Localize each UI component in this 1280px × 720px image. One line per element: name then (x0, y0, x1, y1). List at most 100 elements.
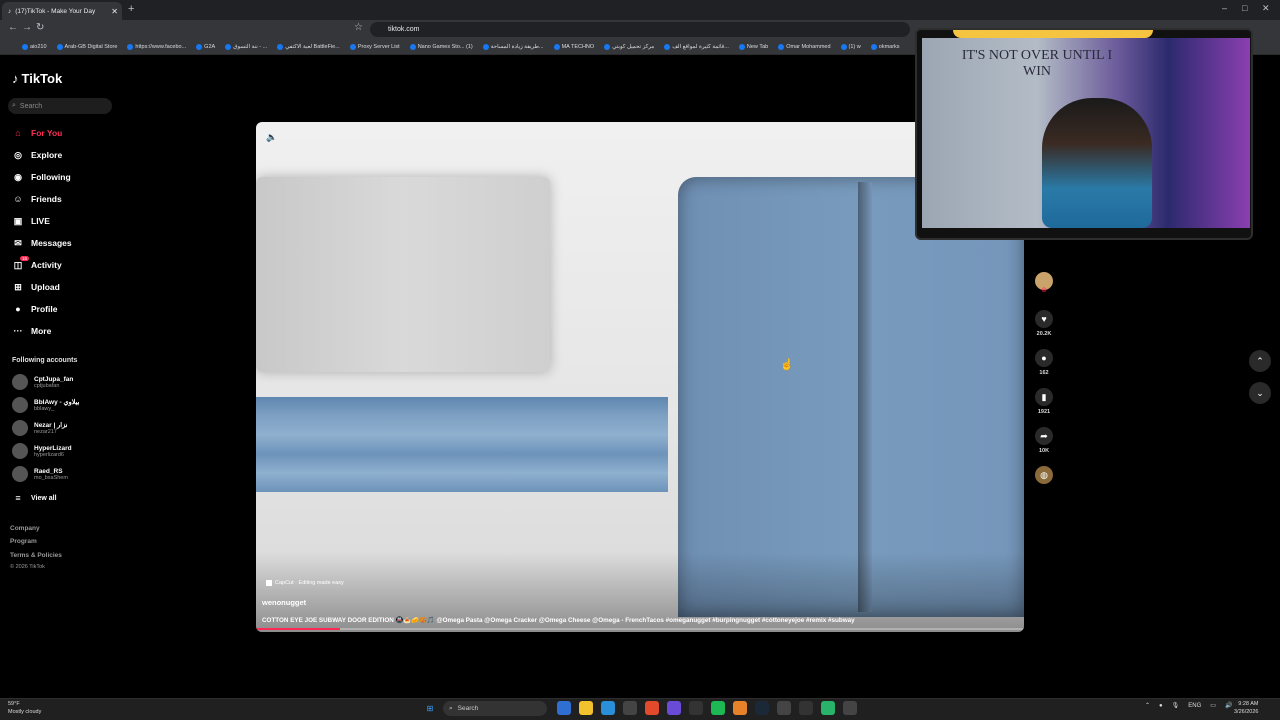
like-button[interactable]: ♥ 20.2K (1032, 310, 1056, 337)
browser-tab[interactable]: ♪ (17)TikTok - Make Your Day ✕ (2, 2, 122, 20)
nav-friends[interactable]: ☺ Friends (12, 193, 61, 205)
microphone-icon[interactable]: 🎙 (1172, 702, 1180, 709)
activity-badge: 16 (20, 256, 30, 261)
tiktok-logo[interactable]: ♪ TikTok (12, 71, 62, 86)
account-item[interactable]: Nezar | نزار nezar217 (12, 419, 67, 437)
app-icon[interactable] (799, 701, 813, 715)
bookmark-item[interactable]: MA TECHNO (553, 44, 594, 50)
next-video-button[interactable]: ⌄ (1249, 382, 1271, 404)
music-disc[interactable]: ◍ (1032, 466, 1056, 484)
nav-live[interactable]: ▣ LIVE (12, 215, 50, 227)
nav-following[interactable]: ◉ Following (12, 171, 71, 183)
following-accounts-header: Following accounts (12, 357, 78, 364)
nav-explore[interactable]: ◎ Explore (12, 149, 62, 161)
bookmark-item[interactable]: Arab-GB Digital Store (56, 44, 117, 50)
language-indicator[interactable]: ENG (1188, 703, 1201, 709)
discord-icon[interactable] (667, 701, 681, 715)
nav-activity[interactable]: ◫ Activity (12, 259, 62, 271)
search-icon: ⌕ (449, 704, 453, 712)
account-item[interactable]: CptJupa_fan cptjubafan (12, 373, 73, 391)
bookmark-item[interactable]: مركز تحميل كوبتي (604, 44, 654, 50)
address-bar[interactable]: tiktok.com (370, 22, 910, 37)
live-icon: ▣ (13, 215, 23, 226)
creator-avatar[interactable]: ⊕ (1032, 272, 1056, 294)
previous-video-button[interactable]: ⌃ (1249, 350, 1271, 372)
new-tab-button[interactable]: + (128, 3, 134, 15)
bookmark-item[interactable]: (1) w (840, 44, 861, 50)
edge-icon[interactable] (601, 701, 615, 715)
logo-text: TikTok (21, 71, 63, 86)
heart-icon: ♥ (1035, 310, 1053, 328)
footer-terms[interactable]: Terms & Policies (10, 552, 62, 559)
app-icon[interactable] (557, 701, 571, 715)
streamer (1042, 98, 1152, 228)
webcam-overlay: IT'S NOT OVER UNTIL I WIN (915, 28, 1253, 240)
app-icon[interactable] (733, 701, 747, 715)
taskbar-search[interactable]: ⌕ Search (443, 701, 547, 716)
spotify-icon[interactable] (711, 701, 725, 715)
upload-icon: ⊞ (14, 281, 22, 292)
display-icon[interactable]: ▭ (1210, 702, 1216, 709)
bookmark-item[interactable]: ننة التسوق - ... (225, 44, 267, 50)
bookmark-star-icon[interactable]: ☆ (354, 22, 363, 33)
window-close-icon[interactable]: ✕ (1262, 3, 1270, 14)
bookmark-item[interactable]: https://www.facebo... (127, 44, 186, 50)
volume-icon[interactable]: 🔊 (1225, 702, 1232, 709)
steam-icon[interactable] (755, 701, 769, 715)
bookmark-item[interactable]: aio210 (22, 44, 47, 50)
bookmark-item[interactable]: G2A (196, 44, 215, 50)
following-icon: ◉ (14, 171, 22, 182)
compass-icon: ◎ (14, 149, 22, 160)
bookmark-item[interactable]: قائمة كثيرة لمواقع الف... (664, 44, 729, 50)
search-input[interactable]: ⌕ Search (8, 98, 112, 114)
brave-icon[interactable] (645, 701, 659, 715)
app-icon[interactable] (689, 701, 703, 715)
antivirus-icon[interactable]: ● (1159, 703, 1163, 709)
nav-profile[interactable]: ● Profile (12, 303, 57, 315)
store-icon[interactable] (623, 701, 637, 715)
bookmark-item[interactable]: okmarks (870, 44, 900, 50)
app-icon[interactable] (843, 701, 857, 715)
close-tab-icon[interactable]: ✕ (111, 7, 118, 16)
file-explorer-icon[interactable] (579, 701, 593, 715)
weather-widget[interactable]: 59°F Mostly cloudy (8, 700, 41, 716)
reload-icon[interactable]: ↻ (36, 22, 44, 33)
comment-button[interactable]: ● 162 (1032, 349, 1056, 376)
back-icon[interactable]: ← (8, 22, 18, 33)
video-player[interactable]: 🔈 CapCut · Editing made easy wenonugget … (256, 122, 1024, 632)
save-button[interactable]: ▮ 1921 (1032, 388, 1056, 415)
video-progress[interactable] (256, 628, 1024, 630)
share-button[interactable]: ➦ 10K (1032, 427, 1056, 454)
chevron-up-icon[interactable]: ⌃ (1145, 702, 1150, 709)
weather-desc: Mostly cloudy (8, 709, 42, 715)
bookmark-item[interactable]: Nano Games Sto... (1) (409, 44, 473, 50)
mute-icon[interactable]: 🔈 (266, 132, 277, 143)
maximize-icon[interactable]: □ (1242, 3, 1247, 13)
account-item[interactable]: Raed_RS mo_bxaShem (12, 465, 68, 483)
nav-more[interactable]: ··· More (12, 325, 52, 337)
nav-for-you[interactable]: ⌂ For You (12, 127, 62, 139)
train-stripe (256, 397, 668, 492)
windows-start-icon[interactable]: ⊞ (423, 701, 437, 715)
clock[interactable]: 9:28 AM 3/26/2026 (1234, 700, 1258, 716)
follow-plus-icon[interactable]: ⊕ (1041, 286, 1047, 294)
avatar (12, 443, 28, 459)
capcut-label[interactable]: CapCut · Editing made easy (266, 580, 344, 586)
nav-messages[interactable]: ✉ Messages (12, 237, 71, 249)
video-author[interactable]: wenonugget (262, 598, 306, 607)
app-icon[interactable] (821, 701, 835, 715)
view-all-link[interactable]: ≡ View all (12, 492, 56, 504)
bookmark-item[interactable]: طريقة زيادة المساحة... (482, 44, 544, 50)
footer-program[interactable]: Program (10, 538, 37, 545)
bookmark-item[interactable]: Proxy Server List (349, 44, 400, 50)
account-item[interactable]: HyperLizard hyperlizard6 (12, 442, 72, 460)
forward-icon[interactable]: → (22, 22, 32, 33)
account-item[interactable]: BblAwy - بيلاوي bblawy_ (12, 396, 79, 414)
bookmark-item[interactable]: New Tab (738, 44, 768, 50)
nav-upload[interactable]: ⊞ Upload (12, 281, 60, 293)
bookmark-item[interactable]: Omar Mohammed (778, 44, 831, 50)
settings-icon[interactable] (777, 701, 791, 715)
footer-company[interactable]: Company (10, 525, 40, 532)
bookmark-item[interactable]: لعبة الاكتفي BattleFie... (277, 44, 340, 50)
minimize-icon[interactable]: – (1222, 3, 1227, 13)
